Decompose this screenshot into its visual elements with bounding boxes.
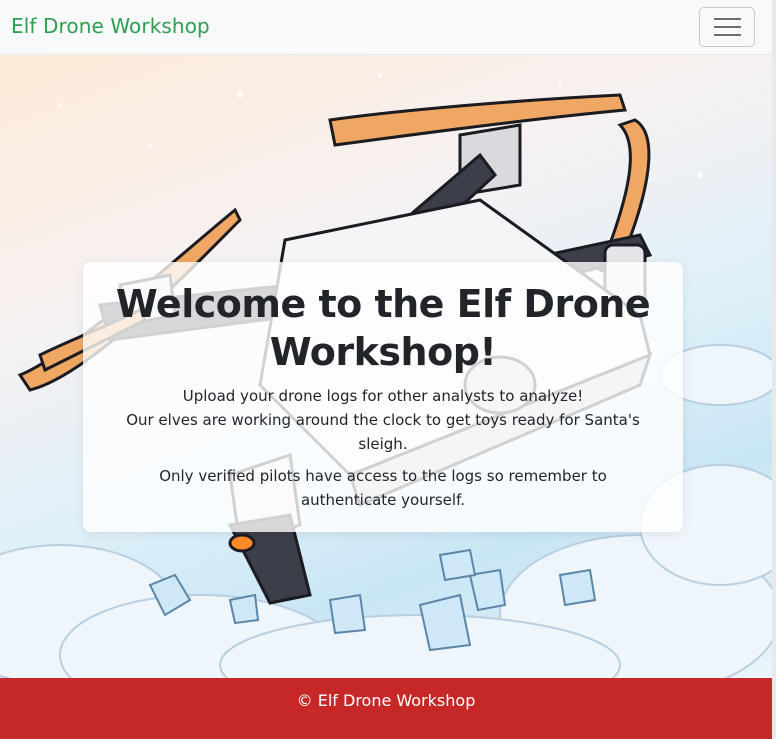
- intro-line-2: Our elves are working around the clock t…: [126, 411, 640, 453]
- verification-note: Only verified pilots have access to the …: [159, 467, 607, 509]
- page-title: Welcome to the Elf Drone Workshop!: [115, 282, 651, 374]
- navbar: Elf Drone Workshop: [0, 0, 772, 55]
- navbar-brand[interactable]: Elf Drone Workshop: [11, 14, 210, 38]
- intro-line-1: Upload your drone logs for other analyst…: [182, 387, 584, 405]
- navbar-toggle-button[interactable]: [699, 7, 755, 47]
- welcome-card: Welcome to the Elf Drone Workshop! Uploa…: [83, 262, 683, 532]
- footer: © Elf Drone Workshop: [0, 678, 772, 739]
- intro-text: Upload your drone logs for other analyst…: [103, 384, 663, 456]
- hamburger-menu-icon: [714, 18, 741, 36]
- page-scrollbar[interactable]: [772, 0, 776, 739]
- footer-text: © Elf Drone Workshop: [296, 691, 476, 710]
- hero-section: Welcome to the Elf Drone Workshop! Uploa…: [0, 55, 772, 678]
